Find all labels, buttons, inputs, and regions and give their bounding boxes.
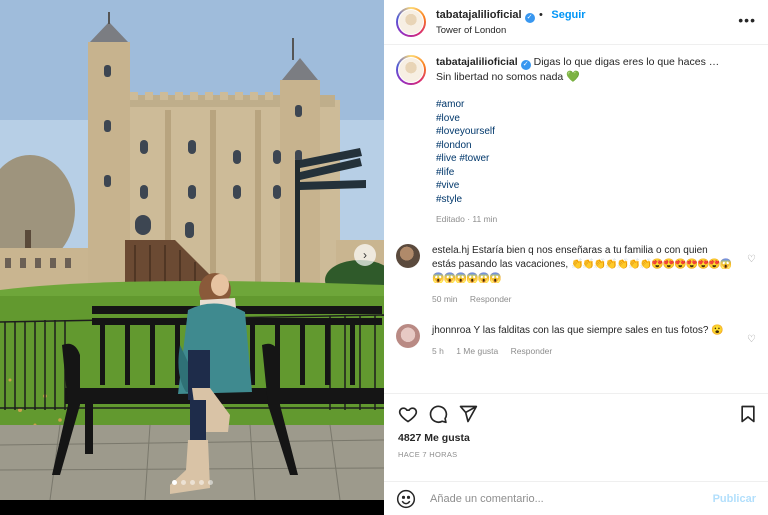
green-heart-icon: 💚 — [566, 71, 580, 83]
hashtag-link[interactable]: #live #tower — [436, 152, 719, 166]
comment-time: 5 h — [432, 346, 444, 356]
comment-like-heart-icon[interactable]: ♡ — [747, 334, 756, 345]
verified-badge-icon: ✓ — [520, 60, 531, 70]
hashtag-link[interactable]: #style — [436, 193, 719, 207]
carousel-dot — [189, 480, 195, 485]
carousel-dot — [207, 480, 213, 485]
post-time: HACE 7 HORAS — [398, 450, 458, 459]
post-actions: 4827 Me gusta HACE 7 HORAS — [384, 393, 768, 459]
caption-text-line2: Sin libertad no somos nada — [436, 71, 564, 83]
comments-section[interactable]: tabatajalilioficial ✓ Digas lo que digas … — [384, 55, 768, 390]
hashtag-link[interactable]: #amor — [436, 98, 719, 112]
reply-button[interactable]: Responder — [511, 346, 553, 356]
comment-item: estela.hj Estaría bien q nos enseñaras a… — [384, 244, 768, 306]
caption-text: Digas lo que digas eres lo que haces … — [533, 56, 720, 68]
hashtag-link[interactable]: #life — [436, 166, 719, 180]
post-media[interactable]: › — [0, 0, 384, 515]
comment-likes[interactable]: 1 Me gusta — [456, 346, 498, 356]
comment-bubble-icon[interactable] — [428, 404, 448, 424]
follow-button[interactable]: Seguir — [551, 9, 585, 21]
comment-input[interactable] — [428, 491, 713, 506]
likes-count[interactable]: 4827 Me gusta — [384, 424, 768, 444]
hashtag-link[interactable]: #vive — [436, 179, 719, 193]
commenter-avatar[interactable] — [396, 324, 420, 348]
comment-like-heart-icon[interactable]: ♡ — [747, 254, 756, 265]
comment-text: Y las falditas con las que siempre sales… — [473, 325, 709, 336]
post-header: tabatajalilioficial ✓ • Seguir Tower of L… — [384, 0, 768, 45]
post-photo — [0, 0, 384, 515]
commenter-username[interactable]: estela.hj — [432, 245, 469, 256]
save-bookmark-icon[interactable] — [738, 404, 758, 424]
carousel-dot — [171, 480, 177, 485]
comment-item: jhonnroa Y las falditas con las que siem… — [384, 324, 768, 358]
next-image-button[interactable]: › — [354, 244, 376, 266]
caption-meta: Editado · 11 min — [436, 214, 498, 224]
more-options-icon[interactable]: ••• — [738, 12, 756, 28]
publish-button[interactable]: Publicar — [713, 493, 756, 505]
carousel-dot — [180, 480, 186, 485]
commenter-avatar[interactable] — [396, 244, 420, 268]
verified-badge-icon: ✓ — [524, 13, 535, 23]
hashtag-link[interactable]: #loveyourself — [436, 125, 719, 139]
caption-username[interactable]: tabatajalilioficial — [436, 56, 518, 68]
reply-button[interactable]: Responder — [470, 294, 512, 304]
post-caption: tabatajalilioficial ✓ Digas lo que digas … — [384, 55, 768, 226]
hashtag-link[interactable]: #london — [436, 139, 719, 153]
comment-time: 50 min — [432, 294, 458, 304]
post-side-panel: tabatajalilioficial ✓ • Seguir Tower of L… — [384, 0, 768, 515]
chevron-right-icon: › — [363, 248, 367, 262]
hashtag-link[interactable]: #love — [436, 112, 719, 126]
emoji-smiley-icon[interactable] — [396, 489, 416, 509]
instagram-post-view: › tabatajalilioficial ✓ • Seguir Tower of… — [0, 0, 768, 515]
hashtag-list: #amor #love #loveyourself #london #live … — [436, 98, 719, 206]
separator-dot: • — [539, 9, 543, 21]
add-comment-bar: Publicar — [384, 481, 768, 515]
author-username[interactable]: tabatajalilioficial — [436, 9, 522, 21]
author-avatar[interactable] — [396, 7, 426, 37]
share-paper-plane-icon[interactable] — [458, 404, 478, 424]
commenter-username[interactable]: jhonnroa — [432, 325, 471, 336]
like-heart-icon[interactable] — [398, 404, 418, 424]
carousel-indicator — [0, 480, 384, 485]
carousel-dot — [198, 480, 204, 485]
caption-author-avatar[interactable] — [396, 55, 426, 85]
comment-emojis: 😮 — [711, 325, 724, 336]
post-location[interactable]: Tower of London — [436, 23, 586, 38]
